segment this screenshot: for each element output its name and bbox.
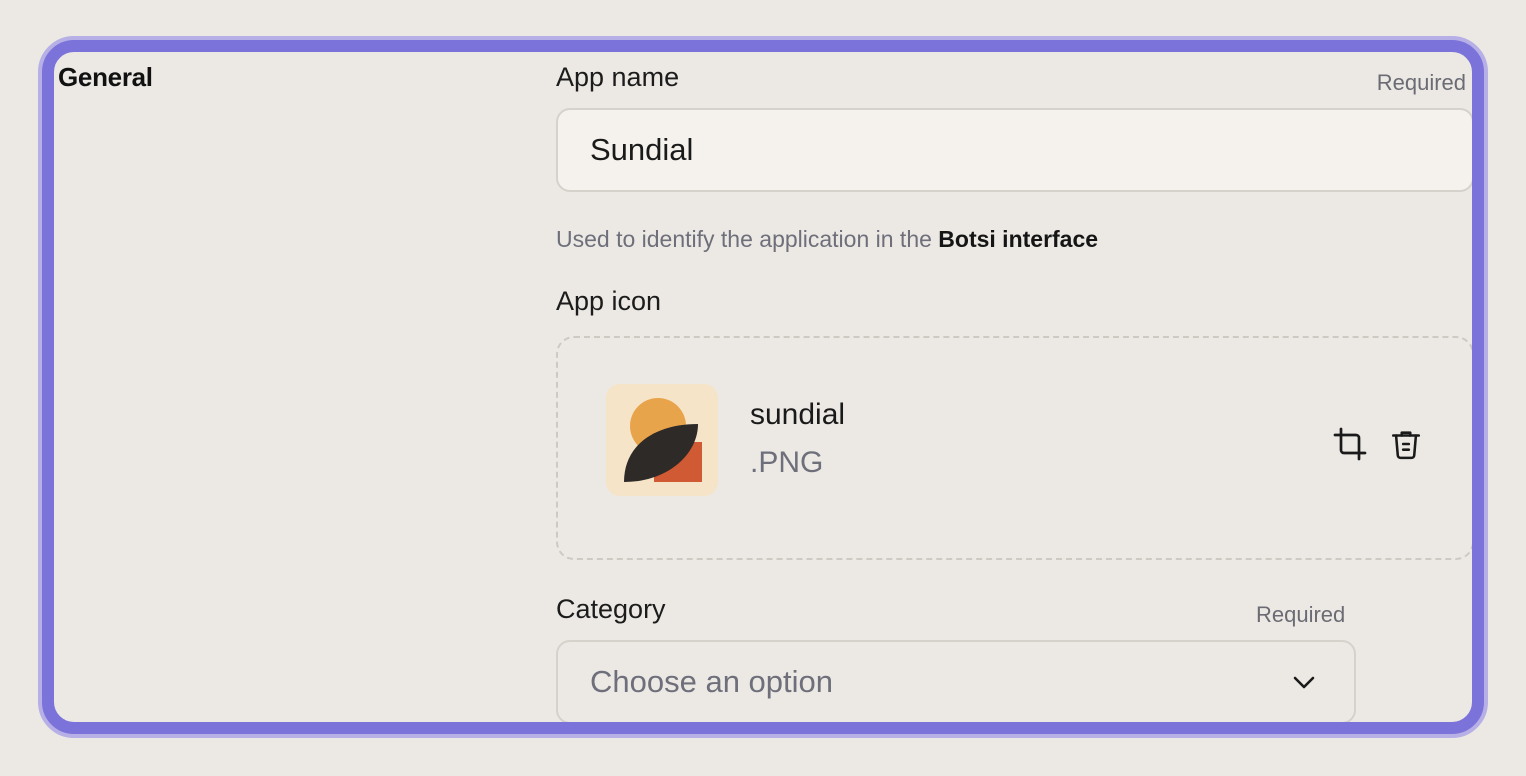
focus-ring: General App name Required Sundial Used t…: [38, 36, 1488, 738]
app-icon-dropzone[interactable]: sundial .PNG: [556, 336, 1472, 560]
file-extension: .PNG: [750, 446, 824, 479]
trash-icon[interactable]: [1386, 424, 1426, 464]
app-name-label: App name: [556, 62, 680, 92]
app-name-required: Required: [1376, 70, 1466, 95]
chevron-down-icon: [1293, 676, 1315, 689]
category-placeholder: Choose an option: [590, 664, 834, 699]
app-name-help: Used to identify the application in the …: [556, 226, 1098, 253]
general-settings-panel: General App name Required Sundial Used t…: [42, 40, 1484, 734]
crop-icon[interactable]: [1330, 424, 1370, 464]
section-title: General: [58, 62, 153, 92]
help-text: Used to identify the application in the: [556, 226, 939, 252]
app-icon-label: App icon: [556, 286, 662, 316]
app-icon-thumbnail: [606, 384, 718, 496]
app-name-input[interactable]: Sundial: [556, 108, 1472, 192]
category-label: Category: [556, 594, 666, 624]
category-required: Required: [1256, 602, 1346, 627]
sundial-logo-icon: [606, 384, 718, 496]
help-text-bold: Botsi interface: [938, 226, 1099, 252]
file-name: sundial: [750, 398, 846, 431]
category-select[interactable]: Choose an option: [556, 640, 1356, 722]
